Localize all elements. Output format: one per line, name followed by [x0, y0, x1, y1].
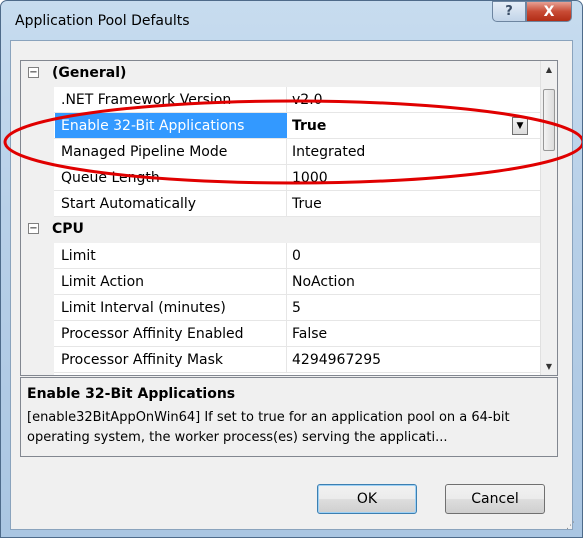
property-row-start-automatically[interactable]: Start Automatically True [21, 191, 540, 217]
help-icon: ? [505, 4, 513, 19]
property-value[interactable]: NoAction [292, 274, 355, 290]
annotation-highlight-ellipse [3, 99, 582, 185]
description-title: Enable 32-Bit Applications [27, 386, 236, 402]
property-name: Processor Affinity Mask [61, 352, 224, 368]
help-button[interactable]: ? [492, 1, 526, 22]
scroll-down-icon[interactable]: ▼ [541, 358, 557, 375]
property-row-limit[interactable]: Limit 0 [21, 243, 540, 269]
scroll-up-icon[interactable]: ▲ [541, 61, 557, 78]
property-row-processor-affinity-enabled[interactable]: Processor Affinity Enabled False [21, 321, 540, 347]
category-label: (General) [52, 65, 127, 81]
collapse-icon[interactable]: − [28, 223, 39, 234]
property-value[interactable]: 5 [292, 300, 301, 316]
cancel-button[interactable]: Cancel [445, 484, 545, 514]
property-name: Start Automatically [61, 196, 197, 212]
property-name: Limit Interval (minutes) [61, 300, 226, 316]
category-label: CPU [52, 221, 84, 237]
property-name: Limit Action [61, 274, 145, 290]
ok-button[interactable]: OK [317, 484, 417, 514]
property-value[interactable]: True [292, 196, 322, 212]
property-value[interactable]: 0 [292, 248, 301, 264]
collapse-icon[interactable]: − [28, 67, 39, 78]
window-title: Application Pool Defaults [15, 13, 190, 29]
description-text: [enable32BitAppOnWin64] If set to true f… [27, 410, 510, 445]
close-button[interactable]: X [526, 1, 572, 22]
close-icon: X [543, 3, 555, 20]
property-name: Limit [61, 248, 96, 264]
property-value[interactable]: False [292, 326, 327, 342]
property-row-processor-affinity-mask[interactable]: Processor Affinity Mask 4294967295 [21, 347, 540, 373]
description-panel: Enable 32-Bit Applications [enable32BitA… [20, 377, 558, 457]
property-row-limit-interval[interactable]: Limit Interval (minutes) 5 [21, 295, 540, 321]
property-row-limit-action[interactable]: Limit Action NoAction [21, 269, 540, 295]
property-value[interactable]: 4294967295 [292, 352, 381, 368]
category-cpu[interactable]: − CPU [21, 217, 540, 243]
title-bar[interactable]: Application Pool Defaults ? X [1, 1, 582, 37]
category-general[interactable]: − (General) [21, 61, 540, 87]
property-name: Processor Affinity Enabled [61, 326, 244, 342]
resize-grip-icon[interactable]: ⋰ [566, 521, 575, 531]
